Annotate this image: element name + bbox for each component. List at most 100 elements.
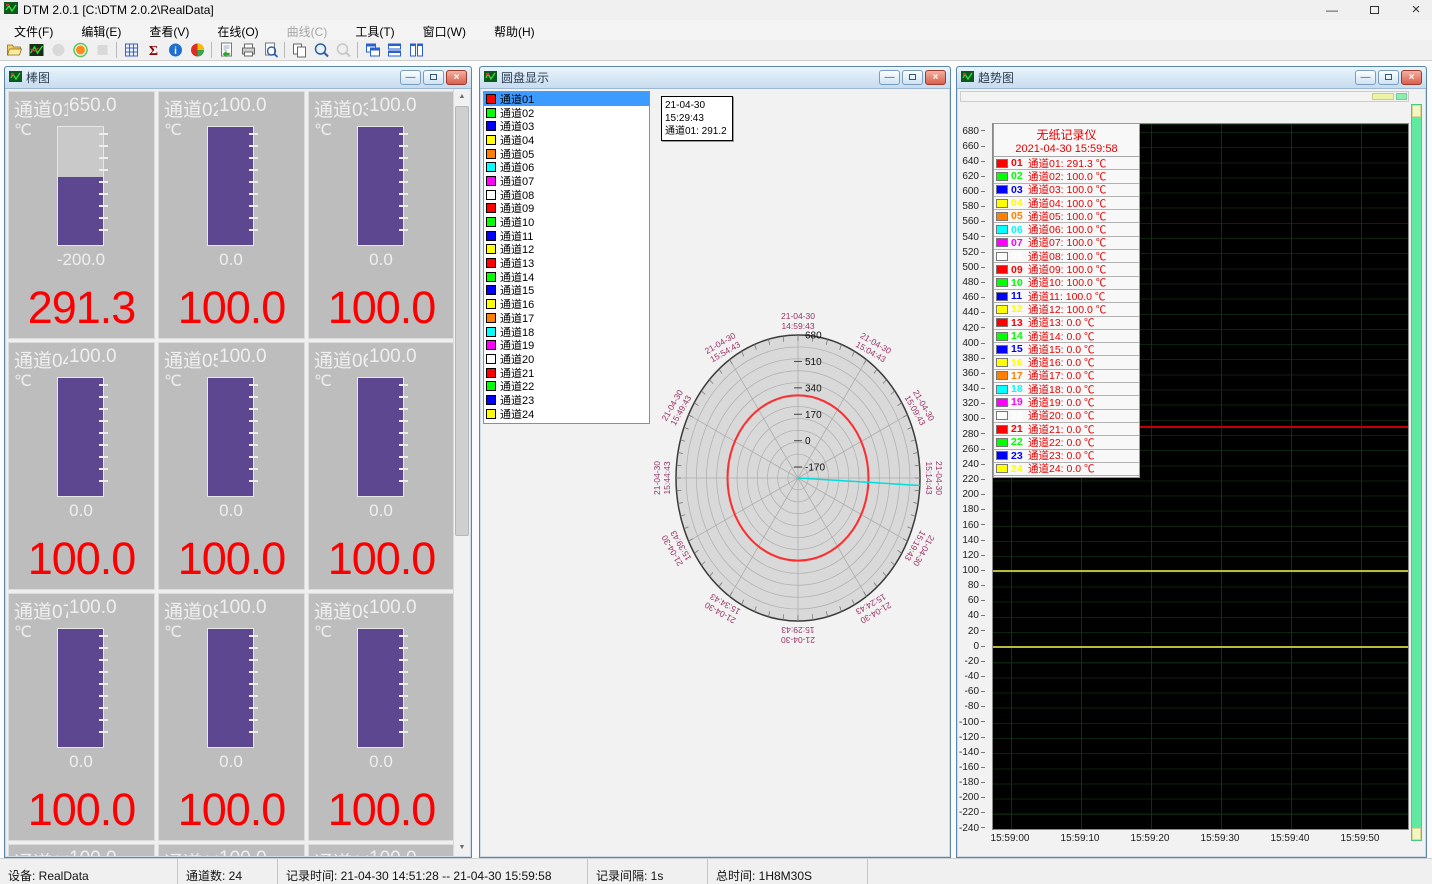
legend-color-swatch xyxy=(996,159,1008,168)
y-axis-label: 540 xyxy=(958,232,985,243)
y-axis-label: -160 xyxy=(958,762,985,773)
zoom-out-icon xyxy=(332,41,354,60)
bar-window-titlebar[interactable]: 棒图 — × xyxy=(5,67,471,89)
scale-min-label: 0.0 xyxy=(309,250,453,270)
legend-channel-number: 01 xyxy=(1011,157,1028,169)
minimize-button[interactable]: — xyxy=(400,70,421,85)
close-icon[interactable]: × xyxy=(446,70,467,85)
tile-vertical-icon[interactable] xyxy=(405,41,427,60)
statistics-sigma-icon[interactable]: Σ xyxy=(142,41,164,60)
scrollbar-thumb[interactable] xyxy=(1412,105,1421,117)
scale-min-label: 0.0 xyxy=(159,250,303,270)
realtime-curve-icon[interactable] xyxy=(25,41,47,60)
svg-text:i: i xyxy=(174,46,177,57)
print-preview-icon[interactable] xyxy=(259,41,281,60)
copy-icon[interactable] xyxy=(288,41,310,60)
legend-color-swatch xyxy=(996,238,1008,247)
polar-scale-label: 340 xyxy=(805,383,822,394)
y-axis-label: 560 xyxy=(958,216,985,227)
scale-min-label: 0.0 xyxy=(309,752,453,772)
y-axis-label: 120 xyxy=(958,550,985,561)
channel-value: 100.0 xyxy=(159,282,304,334)
trend-vertical-scrollbar[interactable] xyxy=(1411,104,1422,841)
app-maximize-button[interactable] xyxy=(1364,1,1384,19)
y-axis-label: -100 xyxy=(958,717,985,728)
scale-max-label: 100.0 xyxy=(219,848,267,856)
y-axis-label: 280 xyxy=(958,429,985,440)
legend-channel-number: 07 xyxy=(1011,237,1028,249)
close-icon[interactable]: × xyxy=(1401,70,1422,85)
cascade-windows-icon[interactable] xyxy=(361,41,383,60)
y-axis-label: 300 xyxy=(958,413,985,424)
trend-window-titlebar[interactable]: 趋势图 — × xyxy=(957,67,1426,89)
bar-gauge-ticks xyxy=(399,635,408,743)
y-axis-label: 400 xyxy=(958,338,985,349)
pie-chart-icon[interactable] xyxy=(186,41,208,60)
y-axis-label: 100 xyxy=(958,565,985,576)
unit-label: ℃ xyxy=(164,120,182,140)
scale-max-label: 100.0 xyxy=(69,346,117,368)
legend-color-swatch xyxy=(996,212,1008,221)
legend-channel-number: 06 xyxy=(1011,224,1028,236)
export-file-icon[interactable] xyxy=(215,41,237,60)
legend-channel-number: 17 xyxy=(1011,370,1028,382)
window-icon xyxy=(961,69,974,87)
scrollbar-button[interactable] xyxy=(1396,93,1407,100)
legend-row[interactable]: 24通道24: 0.0 ℃ xyxy=(994,463,1139,476)
status-field: 总时间: 1H8M30S xyxy=(708,859,868,884)
y-axis-label: 160 xyxy=(958,520,985,531)
trend-horizontal-scrollbar[interactable] xyxy=(960,91,1409,102)
print-icon[interactable] xyxy=(237,41,259,60)
scale-max-label: 100.0 xyxy=(219,597,267,619)
unit-label: ℃ xyxy=(314,371,332,391)
scale-min-label: 0.0 xyxy=(309,501,453,521)
tile-horizontal-icon[interactable] xyxy=(383,41,405,60)
svg-text:15:44:43: 15:44:43 xyxy=(662,461,672,494)
channel-name-label: 通道10 xyxy=(14,848,68,856)
scroll-up-icon[interactable]: ▲ xyxy=(454,89,470,105)
bar-gauge-grid: 通道01650.0℃-200.0291.3通道02100.0℃0.0100.0通… xyxy=(8,91,455,856)
svg-text:15:14:43: 15:14:43 xyxy=(924,461,934,494)
y-axis-label: 0 xyxy=(958,641,985,652)
status-field: 设备: RealData xyxy=(0,859,178,884)
bar-gauge-cell: 通道04100.0℃0.0100.0 xyxy=(8,342,155,590)
y-axis-label: 20 xyxy=(958,626,985,637)
scroll-down-icon[interactable]: ▼ xyxy=(454,840,470,856)
disc-window-titlebar[interactable]: 圆盘显示 — × xyxy=(480,67,950,89)
trend-line xyxy=(993,570,1408,572)
minimize-button[interactable]: — xyxy=(879,70,900,85)
minimize-button[interactable]: — xyxy=(1355,70,1376,85)
x-axis-label: 15:59:50 xyxy=(1341,833,1380,844)
app-minimize-button[interactable]: — xyxy=(1322,1,1342,19)
scrollbar-thumb[interactable] xyxy=(455,106,469,536)
y-axis-label: 80 xyxy=(958,580,985,591)
open-file-icon[interactable] xyxy=(3,41,25,60)
bar-gauge-cell: 通道07100.0℃0.0100.0 xyxy=(8,593,155,841)
trend-legend: 无纸记录仪 2021-04-30 15:59:58 01通道01: 291.3 … xyxy=(993,123,1140,478)
record-icon[interactable] xyxy=(69,41,91,60)
data-table-icon[interactable] xyxy=(120,41,142,60)
maximize-button[interactable] xyxy=(1378,70,1399,85)
legend-channel-number: 20 xyxy=(1011,410,1028,422)
bar-gauge-fill xyxy=(358,629,403,747)
legend-color-swatch xyxy=(996,172,1008,181)
info-icon[interactable]: i xyxy=(164,41,186,60)
bar-gauge-track xyxy=(357,628,404,748)
y-axis-label: 340 xyxy=(958,383,985,394)
bar-window-scrollbar[interactable]: ▲ ▼ xyxy=(453,89,470,856)
app-close-button[interactable]: × xyxy=(1406,1,1426,19)
y-axis-label: 380 xyxy=(958,353,985,364)
scrollbar-button[interactable] xyxy=(1412,828,1421,840)
polar-time-label: 21-04-3014:59:43 xyxy=(781,311,815,331)
maximize-button[interactable] xyxy=(423,70,444,85)
bar-chart-window: 棒图 — × 通道01650.0℃-200.0291.3通道02100.0℃0.… xyxy=(4,66,472,858)
y-axis-label: 440 xyxy=(958,307,985,318)
zoom-icon[interactable] xyxy=(310,41,332,60)
unit-label: ℃ xyxy=(14,371,32,391)
close-icon[interactable]: × xyxy=(925,70,946,85)
scrollbar-thumb[interactable] xyxy=(1372,93,1394,100)
bar-gauge-cell: 通道02100.0℃0.0100.0 xyxy=(158,91,305,339)
bar-gauge-track xyxy=(57,628,104,748)
svg-text:14:59:43: 14:59:43 xyxy=(781,321,814,331)
maximize-button[interactable] xyxy=(902,70,923,85)
